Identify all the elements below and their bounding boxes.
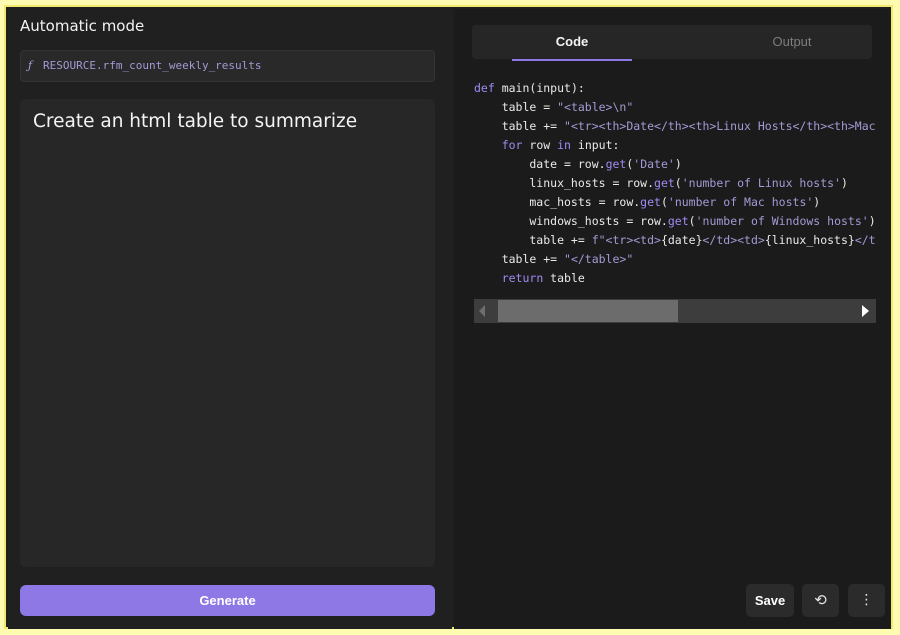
code-text: table = [474,100,558,114]
refresh-button[interactable]: ⟲ [802,584,839,617]
code-text: ( [660,195,668,209]
code-line: linux_hosts = row.get('number of Linux h… [474,174,876,193]
prompt-text: Create an html table to summarize [33,111,358,132]
code-string: 'number of Linux hosts' [681,176,841,190]
generate-button[interactable]: Generate [20,585,435,616]
code-line: return table [474,269,876,288]
more-options-button[interactable]: ⋮ [848,584,885,617]
code-keyword: get [667,214,689,228]
code-keyword: get [654,176,675,190]
code-text: ) [813,195,821,209]
code-keyword: return [501,271,544,285]
code-string: 'number of Mac hosts' [667,195,814,209]
code-text: mac_hosts = row. [474,195,641,209]
code-keyword: in [557,138,571,152]
code-text: input: [570,138,620,152]
code-text: main(input): [494,81,585,95]
prompt-input[interactable]: Create an html table to summarize [20,99,435,567]
more-vertical-icon: ⋮ [859,592,874,608]
code-line: date = row.get('Date') [474,155,876,174]
code-keyword: get [640,195,661,209]
resource-reference[interactable]: ƒ RESOURCE.rfm_count_weekly_results [20,50,435,82]
refresh-icon: ⟲ [814,591,827,609]
code-text: linux_hosts = row. [474,176,655,190]
code-text: table += [474,233,592,247]
code-text: ) [840,176,848,190]
app-window: Automatic mode ƒ RESOURCE.rfm_count_week… [4,5,893,629]
code-string: "</table>" [564,252,634,266]
save-button[interactable]: Save [746,584,794,617]
code-string: 'Date' [633,157,675,171]
code-text: table += [474,119,565,133]
code-text: date = row. [474,157,606,171]
code-string: </td><td> [854,233,876,247]
code-text: ( [674,176,682,190]
function-icon: ƒ [28,59,33,72]
code-text: table += [474,252,565,266]
code-line: table += "<tr><th>Date</th><th>Linux Hos… [474,117,876,136]
code-keyword: get [605,157,627,171]
code-line: table += "</table>" [474,250,876,269]
code-text: {date} [660,233,703,247]
code-text: ( [688,214,696,228]
code-text: ) [674,157,682,171]
tab-output[interactable]: Output [732,25,852,59]
code-string: "<table>\n" [557,100,634,114]
code-editor[interactable]: def main(input): table = "<table>\n" tab… [474,79,876,303]
code-line: def main(input): [474,79,876,98]
tab-bar: Code Output [472,25,872,61]
scroll-right-arrow-icon[interactable] [862,305,869,317]
code-text: {linux_hosts} [764,233,855,247]
code-string: 'number of Windows hosts' [695,214,869,228]
right-panel: Code Output def main(input): table = "<t… [454,9,891,629]
tab-code[interactable]: Code [512,25,632,61]
page-title: Automatic mode [20,17,145,35]
code-text: ) [868,214,876,228]
code-line: for row in input: [474,136,876,155]
code-text: table [543,271,585,285]
code-text: windows_hosts = row. [474,214,668,228]
code-keyword: for [501,138,523,152]
horizontal-scrollbar[interactable] [474,299,876,323]
code-line: mac_hosts = row.get('number of Mac hosts… [474,193,876,212]
resource-name: RESOURCE.rfm_count_weekly_results [43,59,262,72]
code-line: table += f"<tr><td>{date}</td><td>{linux… [474,231,876,250]
scroll-left-arrow-icon[interactable] [479,305,485,317]
code-string: "<tr><th>Date</th><th>Linux Hosts</th><t… [564,119,876,133]
code-line: windows_hosts = row.get('number of Windo… [474,212,876,231]
scroll-thumb[interactable] [498,300,678,322]
code-line: table = "<table>\n" [474,98,876,117]
code-string: </td><td> [702,233,765,247]
code-text: row [522,138,558,152]
code-keyword: def [474,81,495,95]
code-string: f"<tr><td> [591,233,661,247]
left-panel: Automatic mode ƒ RESOURCE.rfm_count_week… [8,9,452,629]
